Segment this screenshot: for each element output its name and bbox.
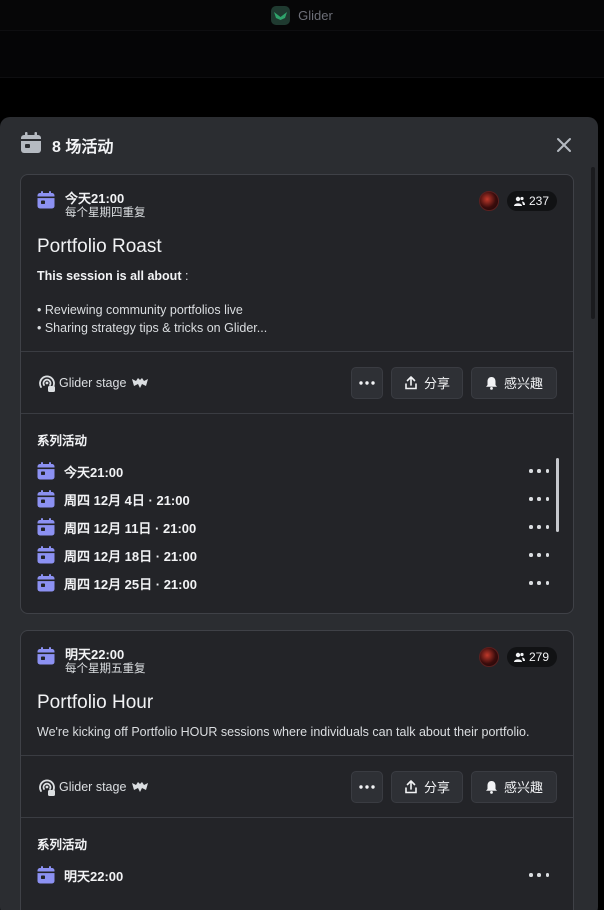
interested-count: 279 <box>528 650 549 664</box>
app-titlebar: Glider <box>0 0 604 30</box>
more-icon <box>359 784 375 789</box>
share-icon <box>405 375 417 389</box>
event-title[interactable]: Portfolio Roast <box>37 235 557 259</box>
top-band <box>0 30 604 78</box>
stage-icon <box>39 779 55 796</box>
series-title: 系列活动 <box>37 434 88 448</box>
interested-count: 237 <box>528 194 549 208</box>
description-colon: : <box>181 269 189 283</box>
event-time: 明天22:00 <box>65 647 125 662</box>
more-icon[interactable] <box>529 575 549 591</box>
series-title: 系列活动 <box>37 838 88 852</box>
series-item[interactable]: 今天21:00 <box>37 457 557 485</box>
calendar-icon <box>37 518 55 536</box>
interested-button[interactable]: 感兴趣 <box>471 770 557 803</box>
series-section: 系列活动 明天22:00 <box>21 817 573 897</box>
bat-icon <box>132 781 149 792</box>
calendar-icon <box>37 574 55 592</box>
event-description: This session is all about : • Reviewing … <box>37 267 557 337</box>
series-item[interactable]: 周四 12月 11日 · 21:00 <box>37 513 557 541</box>
description-bold: This session is all about <box>37 269 182 283</box>
calendar-icon <box>37 866 55 884</box>
share-button[interactable]: 分享 <box>391 366 463 399</box>
series-item[interactable]: 明天22:00 <box>37 861 557 889</box>
location-name: Glider stage <box>59 779 127 794</box>
interested-label: 感兴趣 <box>503 780 543 795</box>
bat-icon <box>132 377 149 388</box>
series-section: 系列活动 今天21:00 周四 12月 4日 · 21:00 周四 12月 11… <box>21 413 573 609</box>
series-date: 周四 12月 25日 · 21:00 <box>64 576 197 592</box>
interested-label: 感兴趣 <box>503 376 543 391</box>
location-name: Glider stage <box>59 375 127 390</box>
more-options-button[interactable] <box>351 366 383 399</box>
series-item[interactable]: 周四 12月 4日 · 21:00 <box>37 485 557 513</box>
calendar-icon <box>37 490 55 508</box>
avatar[interactable] <box>478 191 499 211</box>
event-repeat: 每个星期四重复 <box>65 207 146 219</box>
event-location[interactable]: Glider stage <box>37 777 343 797</box>
series-date: 周四 12月 11日 · 21:00 <box>64 520 197 536</box>
more-icon[interactable] <box>529 519 549 535</box>
series-date: 周四 12月 18日 · 21:00 <box>64 548 197 564</box>
calendar-icon <box>37 191 55 209</box>
series-date: 明天22:00 <box>64 868 124 884</box>
event-card-header: 明天22:00 每个星期五重复 279 Portfolio Hour We're… <box>21 631 573 741</box>
event-meta: 279 <box>478 647 557 667</box>
glider-logo-icon <box>271 5 291 25</box>
description-line: • Sharing strategy tips & tricks on Glid… <box>37 321 268 335</box>
modal-scrollbar-thumb[interactable] <box>591 167 595 319</box>
bell-icon <box>485 780 497 794</box>
description-line: • Reviewing community portfolios live <box>37 303 243 317</box>
more-icon <box>359 380 375 385</box>
modal-header: 8 场活动 <box>0 117 598 173</box>
events-modal: 8 场活动 今天21:00 每个星期四重复 237 Portfolio Roas… <box>0 117 598 910</box>
series-item[interactable]: 周四 12月 18日 · 21:00 <box>37 541 557 569</box>
calendar-icon <box>20 131 42 159</box>
event-location[interactable]: Glider stage <box>37 373 343 393</box>
calendar-icon <box>37 647 55 665</box>
avatar[interactable] <box>478 647 499 667</box>
share-button[interactable]: 分享 <box>391 770 463 803</box>
more-icon[interactable] <box>529 547 549 563</box>
stage-icon <box>39 375 55 392</box>
event-title[interactable]: Portfolio Hour <box>37 691 557 715</box>
share-icon <box>405 779 417 793</box>
more-icon[interactable] <box>529 491 549 507</box>
app-title: Glider <box>298 7 333 23</box>
series-item[interactable]: 周四 12月 25日 · 21:00 <box>37 569 557 597</box>
interested-button[interactable]: 感兴趣 <box>471 366 557 399</box>
event-actions: Glider stage 分享 感兴趣 <box>21 756 573 817</box>
people-icon <box>513 652 525 662</box>
event-description: We're kicking off Portfolio HOUR session… <box>37 725 530 739</box>
event-card[interactable]: 明天22:00 每个星期五重复 279 Portfolio Hour We're… <box>20 630 574 910</box>
more-icon[interactable] <box>529 867 549 883</box>
series-date: 今天21:00 <box>64 464 124 480</box>
interested-count-badge[interactable]: 237 <box>506 191 557 211</box>
event-actions: Glider stage 分享 感兴趣 <box>21 352 573 413</box>
bell-icon <box>485 376 497 390</box>
more-options-button[interactable] <box>351 770 383 803</box>
event-repeat: 每个星期五重复 <box>65 663 146 675</box>
event-meta: 237 <box>478 191 557 211</box>
event-card[interactable]: 今天21:00 每个星期四重复 237 Portfolio Roast This… <box>20 174 574 614</box>
more-icon[interactable] <box>529 463 549 479</box>
share-label: 分享 <box>423 780 450 795</box>
close-button[interactable] <box>552 133 576 157</box>
close-icon <box>557 138 571 152</box>
series-date: 周四 12月 4日 · 21:00 <box>64 492 190 508</box>
event-time: 今天21:00 <box>65 191 125 206</box>
event-card-header: 今天21:00 每个星期四重复 237 Portfolio Roast This… <box>21 175 573 337</box>
calendar-icon <box>37 546 55 564</box>
modal-title: 8 场活动 <box>52 139 114 156</box>
modal-scrollbar[interactable] <box>590 167 596 327</box>
interested-count-badge[interactable]: 279 <box>506 647 557 667</box>
share-label: 分享 <box>423 376 450 391</box>
calendar-icon <box>37 462 55 480</box>
people-icon <box>513 196 525 206</box>
